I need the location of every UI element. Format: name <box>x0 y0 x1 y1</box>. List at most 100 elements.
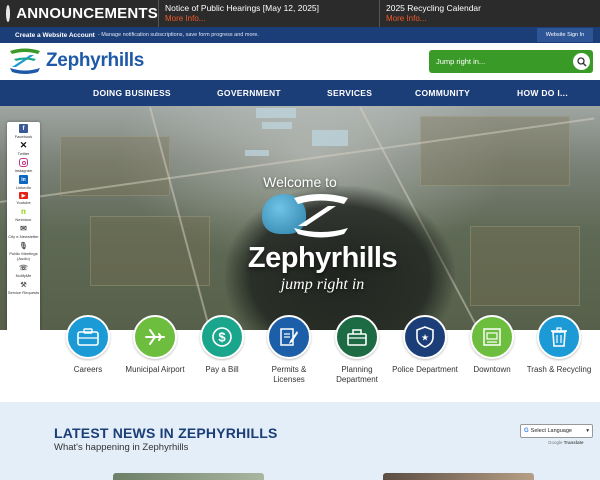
quick-link-pay-bill[interactable]: $ Pay a Bill <box>186 315 258 375</box>
badge-icon: ★ <box>403 315 447 359</box>
quick-link-label: Police Department <box>392 365 458 374</box>
news-section: LATEST NEWS IN ZEPHYRHILLS What's happen… <box>0 402 600 480</box>
search-icon <box>576 56 586 66</box>
search-button[interactable] <box>573 53 590 70</box>
social-sidebar: f Facebook ✕ Twitter Instagram in Linked… <box>7 122 40 332</box>
news-card-image[interactable] <box>113 473 264 480</box>
alert-dot-icon <box>6 5 11 22</box>
announcement-item[interactable]: Notice of Public Hearings [May 12, 2025]… <box>158 0 379 27</box>
twitter-x-icon: ✕ <box>19 140 28 150</box>
nextdoor-icon: n <box>19 207 28 216</box>
social-notifyme[interactable]: ☏ NotifyMe <box>7 263 40 278</box>
quick-link-downtown[interactable]: Downtown <box>456 315 528 375</box>
quick-link-careers[interactable]: Careers <box>52 315 124 375</box>
social-label: Service Requests <box>7 290 40 295</box>
main-nav: DOING BUSINESS GOVERNMENT SERVICES COMMU… <box>0 80 600 106</box>
announcements-bar: ANNOUNCEMENTS Notice of Public Hearings … <box>0 0 600 27</box>
quick-link-trash[interactable]: Trash & Recycling <box>523 315 595 375</box>
hero-tagline: jump right in <box>280 276 365 293</box>
hero-banner: Welcome to Zephyrhills jump right in <box>0 106 600 330</box>
social-twitter[interactable]: ✕ Twitter <box>7 140 40 156</box>
social-label: Facebook <box>14 134 33 139</box>
wrench-icon: ⚒ <box>19 280 28 289</box>
announcements-label: ANNOUNCEMENTS <box>0 0 158 27</box>
dollar-icon: $ <box>200 315 244 359</box>
storefront-icon <box>470 315 514 359</box>
quick-link-label: Pay a Bill <box>205 365 239 374</box>
hero-welcome: Welcome to <box>263 174 337 190</box>
toolbox-icon <box>335 315 379 359</box>
announcement-text[interactable]: Notice of Public Hearings [May 12, 2025] <box>165 3 373 14</box>
nav-government[interactable]: GOVERNMENT <box>217 80 281 106</box>
news-title: LATEST NEWS IN ZEPHYRHILLS <box>54 425 278 441</box>
trash-icon <box>537 315 581 359</box>
quick-link-label: Trash & Recycling <box>526 365 592 374</box>
social-label: Public Meetings (Audio) <box>9 251 38 261</box>
nav-services[interactable]: SERVICES <box>327 80 372 106</box>
quick-link-label: Careers <box>73 365 103 374</box>
hero-title: Zephyrhills <box>247 242 398 274</box>
social-label: Youtube <box>16 200 31 205</box>
announcement-more-link[interactable]: More Info... <box>165 14 373 24</box>
news-card-image[interactable] <box>383 473 534 480</box>
youtube-icon: ▶ <box>19 192 28 199</box>
nav-community[interactable]: COMMUNITY <box>415 80 470 106</box>
social-nextdoor[interactable]: n Nextdoor <box>7 207 40 222</box>
newsletter-icon: ✉ <box>19 224 28 233</box>
briefcase-icon <box>66 315 110 359</box>
chevron-down-icon: ▾ <box>586 428 589 434</box>
announcement-text[interactable]: 2025 Recycling Calendar <box>386 3 594 14</box>
language-select[interactable]: G Select Language ▾ <box>520 424 593 438</box>
site-logo[interactable]: Zephyrhills <box>8 47 144 75</box>
announcements-title: ANNOUNCEMENTS <box>16 5 158 22</box>
social-label: City e-Newsletter <box>8 234 39 239</box>
quick-link-airport[interactable]: Municipal Airport <box>119 315 191 375</box>
social-youtube[interactable]: ▶ Youtube <box>7 192 40 205</box>
powered-by-google: Google Translate <box>548 440 584 445</box>
social-label: Twitter <box>17 151 30 156</box>
quick-link-police[interactable]: ★ Police Department <box>389 315 461 375</box>
instagram-icon <box>19 158 28 167</box>
social-label: NotifyMe <box>15 273 32 278</box>
search-input[interactable] <box>436 57 572 66</box>
hero-z-logo-icon <box>294 194 348 238</box>
social-service-requests[interactable]: ⚒ Service Requests <box>7 280 40 295</box>
quick-link-label: Permits & Licenses <box>271 365 307 384</box>
news-subtitle: What's happening in Zephyrhills <box>54 442 189 453</box>
announcement-more-link[interactable]: More Info... <box>386 14 594 24</box>
nav-how-do-i[interactable]: HOW DO I... <box>517 80 568 106</box>
quick-link-label: Municipal Airport <box>125 365 185 374</box>
nav-doing-business[interactable]: DOING BUSINESS <box>93 80 171 106</box>
header: Zephyrhills <box>0 43 600 80</box>
create-account-desc: - Manage notification subscriptions, sav… <box>97 32 259 38</box>
language-select-label: Select Language <box>530 428 572 434</box>
social-label: Instagram <box>14 168 33 173</box>
linkedin-icon: in <box>19 175 28 184</box>
social-newsletter[interactable]: ✉ City e-Newsletter <box>7 224 40 239</box>
social-public-meetings[interactable]: 🎙 Public Meetings (Audio) <box>7 241 40 261</box>
announcement-item[interactable]: 2025 Recycling Calendar More Info... <box>379 0 600 27</box>
social-label: Nextdoor <box>15 217 32 222</box>
microphone-icon: 🎙 <box>19 241 28 250</box>
quick-link-label: Downtown <box>473 365 511 374</box>
quick-link-label: Planning Department <box>336 365 378 384</box>
notify-icon: ☏ <box>19 263 28 272</box>
svg-text:★: ★ <box>421 334 429 344</box>
search-box <box>429 50 593 73</box>
powered-by-brand: Google <box>548 440 563 445</box>
airplane-icon <box>133 315 177 359</box>
social-linkedin[interactable]: in LinkedIn <box>7 175 40 190</box>
account-bar: Create a Website Account - Manage notifi… <box>0 27 600 43</box>
social-label: LinkedIn <box>15 185 32 190</box>
translate-word: Translate <box>563 440 584 445</box>
quick-link-permits[interactable]: Permits & Licenses <box>253 315 325 385</box>
quick-link-planning[interactable]: Planning Department <box>321 315 393 385</box>
logo-text: Zephyrhills <box>46 50 145 71</box>
google-g-icon: G <box>524 428 529 434</box>
social-instagram[interactable]: Instagram <box>7 158 40 173</box>
create-account-link[interactable]: Create a Website Account <box>15 32 95 39</box>
facebook-icon: f <box>19 124 28 133</box>
svg-text:$: $ <box>218 330 226 345</box>
sign-in-button[interactable]: Website Sign In <box>537 28 593 42</box>
social-facebook[interactable]: f Facebook <box>7 124 40 139</box>
